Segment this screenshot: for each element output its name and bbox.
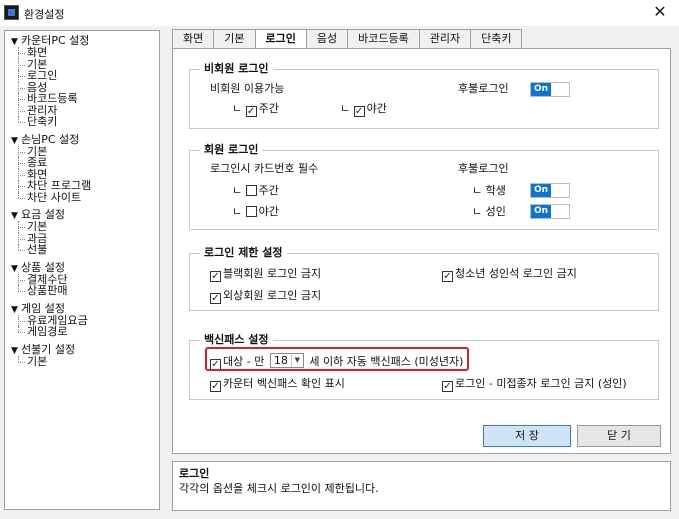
description-text: 각각의 옵션을 체크시 로그인이 제한됩니다. bbox=[179, 482, 379, 495]
check-icon: ✓ bbox=[442, 271, 453, 282]
settings-tree: ▼ 카운터PC 설정 화면 기본 로그인 음성 바코드등록 관리자 단축키 ▼ 손님PC 설정 기본 종… bbox=[4, 30, 160, 510]
check-icon: ✓ bbox=[210, 271, 221, 282]
tab[interactable]: 로그인 bbox=[254, 29, 307, 50]
tree-group: ▼ 요금 설정 기본 과금 선불 bbox=[11, 209, 159, 256]
adult-postpaid-toggle[interactable]: On bbox=[530, 204, 570, 219]
check-icon: ✓ bbox=[245, 106, 257, 117]
member-group-title: 회원 로그인 bbox=[200, 143, 263, 157]
tree-child-item[interactable]: 화면 bbox=[11, 47, 159, 59]
check-icon: ✓ bbox=[210, 293, 221, 304]
nonmember-postpaid-toggle[interactable]: On bbox=[530, 82, 570, 97]
tree-group: ▼ 카운터PC 설정 화면 기본 로그인 음성 바코드등록 관리자 단축키 bbox=[11, 35, 159, 128]
tree-child-item[interactable]: 차단 프로그램 bbox=[11, 180, 159, 192]
tree-parent-item[interactable]: ▼ 선불기 설정 bbox=[11, 343, 159, 356]
tab[interactable]: 화면 bbox=[172, 29, 215, 49]
nonmember-available-label: 비회원 이용가능 bbox=[210, 82, 285, 95]
login-settings-panel: 비회원 로그인 비회원 이용가능 ㄴ ✓ 주간 ㄴ ✓ 야간 후불로그인 On 회원… bbox=[172, 48, 671, 454]
blacklist-checkbox[interactable]: ✓ 블랙회원 로그인 금지 bbox=[210, 267, 321, 282]
member-postpaid-label: 후불로그인 bbox=[458, 162, 509, 175]
student-label: ㄴ 학생 bbox=[472, 184, 506, 197]
tree-parent-item[interactable]: ▼ 상품 설정 bbox=[11, 261, 159, 274]
checkbox-icon bbox=[245, 185, 257, 196]
tree-child-item[interactable]: 선불 bbox=[11, 244, 159, 256]
tree-group: ▼ 게임 설정 유료게임요금 게임경로 bbox=[11, 302, 159, 338]
member-night-checkbox[interactable]: ㄴ 야간 bbox=[232, 205, 279, 219]
description-panel: 로그인 각각의 옵션을 체크시 로그인이 제한됩니다. bbox=[172, 461, 671, 511]
login-restriction-group: 로그인 제한 설정 ✓ 블랙회원 로그인 금지 ✓ 청소년 성인석 로그인 금지 ✓… bbox=[189, 246, 659, 311]
tab[interactable]: 바코드등록 bbox=[347, 29, 420, 49]
nonmember-day-checkbox[interactable]: ㄴ ✓ 주간 bbox=[232, 102, 279, 117]
member-login-group: 회원 로그인 로그인시 카드번호 필수 ㄴ 주간 ㄴ 야간 후불로그인 ㄴ 학생… bbox=[189, 143, 659, 230]
tree-child-item[interactable]: 게임경로 bbox=[11, 326, 159, 338]
close-window-button[interactable]: ✕ bbox=[649, 2, 671, 22]
vaccine-group-title: 백신패스 설정 bbox=[200, 333, 273, 347]
app-icon bbox=[4, 5, 19, 20]
tree-group: ▼ 손님PC 설정 기본 종료 화면 차단 프로그램 차단 사이트 bbox=[11, 133, 159, 204]
adult-label: ㄴ 성인 bbox=[472, 205, 506, 218]
window-title: 환경설정 bbox=[24, 8, 65, 21]
description-title: 로그인 bbox=[179, 467, 210, 480]
member-day-checkbox[interactable]: ㄴ 주간 bbox=[232, 184, 279, 198]
unvaccinated-block-checkbox[interactable]: ✓ 로그인 - 미접종자 로그인 금지 (성인) bbox=[442, 377, 627, 392]
nonmember-postpaid-label: 후불로그인 bbox=[458, 82, 509, 95]
title-bar: 환경설정 ✕ bbox=[0, 0, 679, 26]
tab[interactable]: 관리자 bbox=[418, 29, 472, 49]
nonmember-night-checkbox[interactable]: ㄴ ✓ 야간 bbox=[340, 102, 387, 117]
tree-parent-item[interactable]: ▼ 게임 설정 bbox=[11, 302, 159, 315]
youth-adult-seat-checkbox[interactable]: ✓ 청소년 성인석 로그인 금지 bbox=[442, 267, 577, 282]
tree-child-item[interactable]: 바코드등록 bbox=[11, 93, 159, 105]
tree-child-item[interactable]: 종료 bbox=[11, 157, 159, 169]
close-button[interactable]: 닫 기 bbox=[577, 425, 661, 447]
nonmember-group-title: 비회원 로그인 bbox=[200, 62, 273, 76]
tree-child-item[interactable]: 단축키 bbox=[11, 116, 159, 128]
tab-bar: 화면 기본 로그인 음성 바코드등록 관리자 단축키 bbox=[172, 29, 523, 50]
tree-child-item[interactable]: 차단 사이트 bbox=[11, 191, 159, 204]
checkbox-icon bbox=[245, 206, 257, 217]
check-icon: ✓ bbox=[210, 381, 221, 392]
counter-vaccine-display-checkbox[interactable]: ✓ 카운터 벡신패스 확인 표시 bbox=[210, 377, 345, 392]
tree-child-item[interactable]: 상품판매 bbox=[11, 285, 159, 297]
tab[interactable]: 음성 bbox=[305, 29, 349, 49]
member-card-required-label: 로그인시 카드번호 필수 bbox=[210, 162, 319, 175]
save-button[interactable]: 저 장 bbox=[483, 425, 571, 447]
tree-child-item[interactable]: 기본 bbox=[11, 355, 159, 368]
tree-group: ▼ 선불기 설정 기본 bbox=[11, 343, 159, 368]
tree-child-item[interactable]: 기본 bbox=[11, 221, 159, 233]
restriction-group-title: 로그인 제한 설정 bbox=[200, 246, 287, 260]
tree-group: ▼ 상품 설정 결제수단 상품판매 bbox=[11, 261, 159, 297]
check-icon: ✓ bbox=[442, 381, 453, 392]
tab[interactable]: 단축키 bbox=[470, 29, 523, 49]
tab[interactable]: 기본 bbox=[213, 29, 256, 49]
tree-parent-item[interactable]: ▼ 손님PC 설정 bbox=[11, 133, 159, 146]
check-icon: ✓ bbox=[353, 106, 365, 117]
vaccine-highlight-box bbox=[205, 347, 469, 371]
external-member-checkbox[interactable]: ✓ 외상회원 로그인 금지 bbox=[210, 289, 321, 304]
tree-child-item[interactable]: 로그인 bbox=[11, 70, 159, 82]
student-postpaid-toggle[interactable]: On bbox=[530, 183, 570, 198]
nonmember-login-group: 비회원 로그인 비회원 이용가능 ㄴ ✓ 주간 ㄴ ✓ 야간 후불로그인 On bbox=[189, 62, 659, 129]
